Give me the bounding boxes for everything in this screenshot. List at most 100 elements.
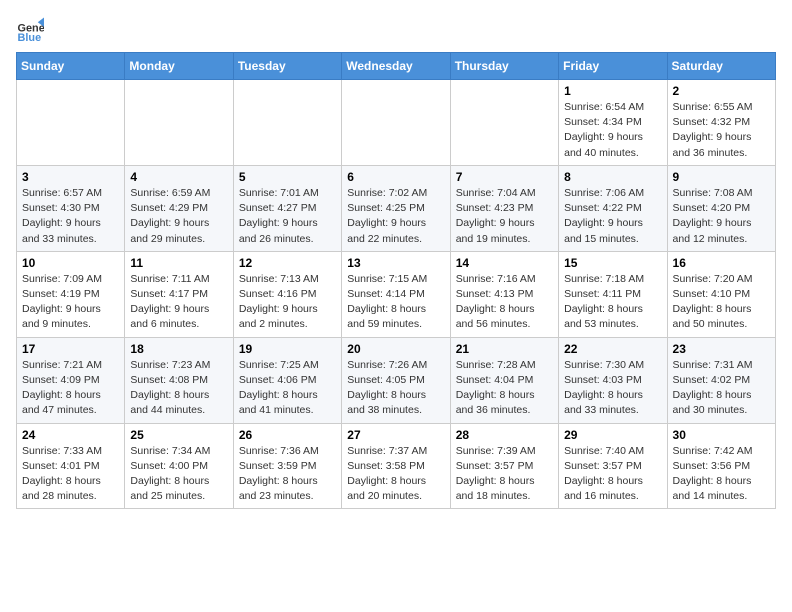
day-info: Sunrise: 7:15 AM Sunset: 4:14 PM Dayligh… xyxy=(347,272,444,333)
day-info: Sunrise: 7:28 AM Sunset: 4:04 PM Dayligh… xyxy=(456,358,553,419)
day-number: 20 xyxy=(347,342,444,356)
svg-text:Blue: Blue xyxy=(18,32,42,44)
day-info: Sunrise: 6:59 AM Sunset: 4:29 PM Dayligh… xyxy=(130,186,227,247)
calendar-cell xyxy=(17,80,125,166)
day-info: Sunrise: 7:16 AM Sunset: 4:13 PM Dayligh… xyxy=(456,272,553,333)
day-number: 8 xyxy=(564,170,661,184)
calendar-day-header: Saturday xyxy=(667,53,775,80)
day-number: 10 xyxy=(22,256,119,270)
day-number: 14 xyxy=(456,256,553,270)
calendar-cell xyxy=(342,80,450,166)
calendar-cell: 2Sunrise: 6:55 AM Sunset: 4:32 PM Daylig… xyxy=(667,80,775,166)
calendar-cell: 9 Sunrise: 7:08 AM Sunset: 4:20 PM Daylig… xyxy=(667,165,775,251)
calendar-cell: 20 Sunrise: 7:26 AM Sunset: 4:05 PM Dayli… xyxy=(342,337,450,423)
day-info: Sunrise: 7:04 AM Sunset: 4:23 PM Dayligh… xyxy=(456,186,553,247)
day-info: Sunrise: 6:54 AM Sunset: 4:34 PM Dayligh… xyxy=(564,100,661,161)
day-number: 5 xyxy=(239,170,336,184)
day-number: 11 xyxy=(130,256,227,270)
day-info: Sunrise: 7:23 AM Sunset: 4:08 PM Dayligh… xyxy=(130,358,227,419)
day-number: 15 xyxy=(564,256,661,270)
calendar-cell: 1 Sunrise: 6:54 AM Sunset: 4:34 PM Daylig… xyxy=(559,80,667,166)
day-info: Sunrise: 7:18 AM Sunset: 4:11 PM Dayligh… xyxy=(564,272,661,333)
calendar-week-row: 24 Sunrise: 7:33 AM Sunset: 4:01 PM Dayli… xyxy=(17,423,776,509)
day-info: Sunrise: 7:13 AM Sunset: 4:16 PM Dayligh… xyxy=(239,272,336,333)
day-info: Sunrise: 6:55 AM Sunset: 4:32 PM Dayligh… xyxy=(673,100,770,161)
day-number: 22 xyxy=(564,342,661,356)
day-number: 18 xyxy=(130,342,227,356)
calendar-week-row: 10 Sunrise: 7:09 AM Sunset: 4:19 PM Dayli… xyxy=(17,251,776,337)
calendar-cell: 5Sunrise: 7:01 AM Sunset: 4:27 PM Daylig… xyxy=(233,165,341,251)
day-info: Sunrise: 7:42 AM Sunset: 3:56 PM Dayligh… xyxy=(673,444,770,505)
calendar-cell: 10 Sunrise: 7:09 AM Sunset: 4:19 PM Dayli… xyxy=(17,251,125,337)
day-number: 23 xyxy=(673,342,770,356)
calendar-cell: 19 Sunrise: 7:25 AM Sunset: 4:06 PM Dayli… xyxy=(233,337,341,423)
day-info: Sunrise: 7:21 AM Sunset: 4:09 PM Dayligh… xyxy=(22,358,119,419)
day-info: Sunrise: 7:11 AM Sunset: 4:17 PM Dayligh… xyxy=(130,272,227,333)
calendar-cell: 14 Sunrise: 7:16 AM Sunset: 4:13 PM Dayli… xyxy=(450,251,558,337)
calendar-cell: 22 Sunrise: 7:30 AM Sunset: 4:03 PM Dayli… xyxy=(559,337,667,423)
day-info: Sunrise: 7:02 AM Sunset: 4:25 PM Dayligh… xyxy=(347,186,444,247)
day-info: Sunrise: 7:33 AM Sunset: 4:01 PM Dayligh… xyxy=(22,444,119,505)
calendar-body: 1 Sunrise: 6:54 AM Sunset: 4:34 PM Daylig… xyxy=(17,80,776,509)
calendar-day-header: Tuesday xyxy=(233,53,341,80)
calendar-cell: 18 Sunrise: 7:23 AM Sunset: 4:08 PM Dayli… xyxy=(125,337,233,423)
day-number: 3 xyxy=(22,170,119,184)
day-info: Sunrise: 7:20 AM Sunset: 4:10 PM Dayligh… xyxy=(673,272,770,333)
calendar-cell: 23 Sunrise: 7:31 AM Sunset: 4:02 PM Dayli… xyxy=(667,337,775,423)
day-number: 1 xyxy=(564,84,661,98)
calendar-day-header: Monday xyxy=(125,53,233,80)
day-number: 24 xyxy=(22,428,119,442)
calendar-cell: 17Sunrise: 7:21 AM Sunset: 4:09 PM Dayli… xyxy=(17,337,125,423)
page-header: General Blue xyxy=(16,16,776,44)
day-info: Sunrise: 7:40 AM Sunset: 3:57 PM Dayligh… xyxy=(564,444,661,505)
calendar-cell: 21 Sunrise: 7:28 AM Sunset: 4:04 PM Dayli… xyxy=(450,337,558,423)
day-number: 29 xyxy=(564,428,661,442)
day-info: Sunrise: 7:36 AM Sunset: 3:59 PM Dayligh… xyxy=(239,444,336,505)
calendar-cell: 27Sunrise: 7:37 AM Sunset: 3:58 PM Dayli… xyxy=(342,423,450,509)
day-info: Sunrise: 6:57 AM Sunset: 4:30 PM Dayligh… xyxy=(22,186,119,247)
calendar-day-header: Wednesday xyxy=(342,53,450,80)
calendar-header-row: SundayMondayTuesdayWednesdayThursdayFrid… xyxy=(17,53,776,80)
calendar-cell: 25 Sunrise: 7:34 AM Sunset: 4:00 PM Dayli… xyxy=(125,423,233,509)
day-info: Sunrise: 7:26 AM Sunset: 4:05 PM Dayligh… xyxy=(347,358,444,419)
day-number: 13 xyxy=(347,256,444,270)
calendar-cell: 4Sunrise: 6:59 AM Sunset: 4:29 PM Daylig… xyxy=(125,165,233,251)
day-number: 9 xyxy=(673,170,770,184)
calendar-day-header: Sunday xyxy=(17,53,125,80)
calendar-cell xyxy=(233,80,341,166)
day-info: Sunrise: 7:08 AM Sunset: 4:20 PM Dayligh… xyxy=(673,186,770,247)
calendar-table: SundayMondayTuesdayWednesdayThursdayFrid… xyxy=(16,52,776,509)
day-number: 25 xyxy=(130,428,227,442)
calendar-cell: 26 Sunrise: 7:36 AM Sunset: 3:59 PM Dayli… xyxy=(233,423,341,509)
calendar-cell: 30 Sunrise: 7:42 AM Sunset: 3:56 PM Dayli… xyxy=(667,423,775,509)
day-number: 30 xyxy=(673,428,770,442)
calendar-cell: 28Sunrise: 7:39 AM Sunset: 3:57 PM Dayli… xyxy=(450,423,558,509)
day-info: Sunrise: 7:31 AM Sunset: 4:02 PM Dayligh… xyxy=(673,358,770,419)
day-number: 12 xyxy=(239,256,336,270)
day-info: Sunrise: 7:25 AM Sunset: 4:06 PM Dayligh… xyxy=(239,358,336,419)
calendar-cell: 6Sunrise: 7:02 AM Sunset: 4:25 PM Daylig… xyxy=(342,165,450,251)
calendar-week-row: 17Sunrise: 7:21 AM Sunset: 4:09 PM Dayli… xyxy=(17,337,776,423)
day-info: Sunrise: 7:34 AM Sunset: 4:00 PM Dayligh… xyxy=(130,444,227,505)
logo: General Blue xyxy=(16,16,48,44)
day-number: 16 xyxy=(673,256,770,270)
day-number: 21 xyxy=(456,342,553,356)
calendar-week-row: 1 Sunrise: 6:54 AM Sunset: 4:34 PM Daylig… xyxy=(17,80,776,166)
day-info: Sunrise: 7:30 AM Sunset: 4:03 PM Dayligh… xyxy=(564,358,661,419)
day-number: 7 xyxy=(456,170,553,184)
logo-icon: General Blue xyxy=(16,16,44,44)
calendar-cell xyxy=(450,80,558,166)
calendar-cell: 16 Sunrise: 7:20 AM Sunset: 4:10 PM Dayli… xyxy=(667,251,775,337)
day-info: Sunrise: 7:09 AM Sunset: 4:19 PM Dayligh… xyxy=(22,272,119,333)
calendar-cell: 7 Sunrise: 7:04 AM Sunset: 4:23 PM Daylig… xyxy=(450,165,558,251)
calendar-day-header: Thursday xyxy=(450,53,558,80)
day-info: Sunrise: 7:06 AM Sunset: 4:22 PM Dayligh… xyxy=(564,186,661,247)
day-number: 26 xyxy=(239,428,336,442)
calendar-cell xyxy=(125,80,233,166)
day-number: 19 xyxy=(239,342,336,356)
calendar-cell: 3 Sunrise: 6:57 AM Sunset: 4:30 PM Daylig… xyxy=(17,165,125,251)
calendar-week-row: 3 Sunrise: 6:57 AM Sunset: 4:30 PM Daylig… xyxy=(17,165,776,251)
day-info: Sunrise: 7:39 AM Sunset: 3:57 PM Dayligh… xyxy=(456,444,553,505)
calendar-cell: 8 Sunrise: 7:06 AM Sunset: 4:22 PM Daylig… xyxy=(559,165,667,251)
day-info: Sunrise: 7:37 AM Sunset: 3:58 PM Dayligh… xyxy=(347,444,444,505)
